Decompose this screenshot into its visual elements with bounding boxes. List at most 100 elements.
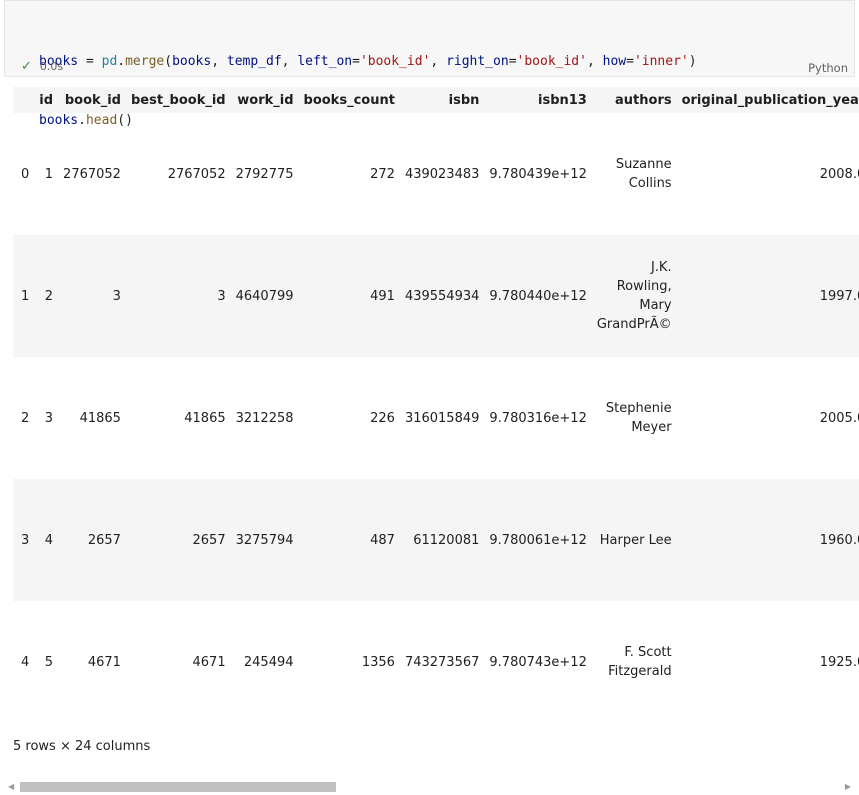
table-cell: 2767052 xyxy=(63,166,121,182)
code-line-1: books = pd.merge(books, temp_df, left_on… xyxy=(39,52,697,72)
dataframe-table: id book_id best_book_id work_id books_count i… xyxy=(13,87,859,707)
table-cell: 4671 xyxy=(192,654,226,670)
table-cell: 3 xyxy=(124,235,230,357)
table-cell: J.K. Rowling, Mary GrandPrÃ© xyxy=(590,235,676,357)
code-token: = xyxy=(352,54,360,69)
language-selector[interactable]: Python xyxy=(808,61,848,75)
execution-status: ✓ 0.0s xyxy=(21,59,63,74)
table-header-row: id book_id best_book_id work_id books_count i… xyxy=(13,87,859,113)
table-cell: 1997.0 xyxy=(675,235,859,357)
table-row: 1 2 3 3 4640799 491 439554934 9.780440e+12 J.K. … xyxy=(13,235,859,357)
code-token: . xyxy=(117,54,126,69)
scroll-left-icon[interactable]: ◀ xyxy=(8,782,14,791)
column-header: id xyxy=(33,87,58,113)
code-token: = xyxy=(78,54,102,69)
table-cell: 3 xyxy=(44,410,54,426)
horizontal-scrollbar[interactable]: ◀ ▶ xyxy=(4,780,855,794)
table-row: 2 3 41865 41865 3212258 226 316015849 9.780316e… xyxy=(13,357,859,479)
success-check-icon: ✓ xyxy=(21,59,32,74)
table-cell: 316015849 xyxy=(404,410,480,426)
column-header: original_publication_year xyxy=(675,87,859,113)
row-index: 2 xyxy=(21,410,30,426)
code-token: left_on xyxy=(297,54,353,69)
column-header xyxy=(13,87,34,113)
table-cell: 2 xyxy=(33,235,58,357)
code-token: , xyxy=(281,54,298,69)
table-cell: 1356 xyxy=(361,654,395,670)
code-token: ( xyxy=(164,54,173,69)
code-token: , xyxy=(430,54,447,69)
table-cell: 3275794 xyxy=(229,479,298,601)
column-header: book_id xyxy=(57,87,125,113)
table-cell: 9.780440e+12 xyxy=(483,235,591,357)
code-token: , xyxy=(586,54,603,69)
row-index: 1 xyxy=(13,235,34,357)
column-header: isbn13 xyxy=(483,87,591,113)
table-cell: 1 xyxy=(44,166,54,182)
table-cell: 5 xyxy=(44,654,54,670)
table-cell: 3212258 xyxy=(235,410,294,426)
code-token: ) xyxy=(688,54,697,69)
scrollbar-thumb[interactable] xyxy=(20,782,336,792)
table-cell: 4640799 xyxy=(229,235,298,357)
table-row: 4 5 4671 4671 245494 1356 743273567 9.780743e+1… xyxy=(13,601,859,707)
code-token: pd xyxy=(101,54,118,69)
column-header: authors xyxy=(590,87,676,113)
column-header: books_count xyxy=(297,87,399,113)
table-cell: 272 xyxy=(370,166,395,182)
code-token: how xyxy=(602,54,627,69)
table-cell: Harper Lee xyxy=(590,479,676,601)
table-cell: 2657 xyxy=(124,479,230,601)
table-cell: 9.780439e+12 xyxy=(489,166,587,182)
code-token: right_on xyxy=(446,54,509,69)
row-index: 3 xyxy=(13,479,34,601)
code-token: , xyxy=(211,54,227,69)
code-token: 'book_id' xyxy=(359,54,431,69)
table-cell: 1960.0 xyxy=(675,479,859,601)
table-cell: 226 xyxy=(370,410,395,426)
table-cell: 439023483 xyxy=(404,166,480,182)
code-token: merge xyxy=(125,54,165,69)
scroll-right-icon[interactable]: ▶ xyxy=(845,782,851,791)
table-cell: 9.780743e+12 xyxy=(489,654,587,670)
column-header: best_book_id xyxy=(124,87,230,113)
table-row: 0 1 2767052 2767052 2792775 272 439023483 9.780… xyxy=(13,113,859,235)
table-cell: 1925.0 xyxy=(819,654,859,670)
table-cell: 2657 xyxy=(57,479,125,601)
table-cell: 491 xyxy=(297,235,399,357)
row-index: 4 xyxy=(21,654,30,670)
table-cell: 61120081 xyxy=(398,479,484,601)
table-row: 3 4 2657 2657 3275794 487 61120081 9.780061e+12… xyxy=(13,479,859,601)
row-index: 0 xyxy=(21,166,30,182)
table-cell: 3 xyxy=(57,235,125,357)
table-cell: 4 xyxy=(33,479,58,601)
table-cell: 2792775 xyxy=(235,166,294,182)
column-header: work_id xyxy=(229,87,298,113)
code-cell[interactable]: books = pd.merge(books, temp_df, left_on… xyxy=(4,0,855,128)
dataframe-summary: 5 rows × 24 columns xyxy=(13,739,151,754)
code-token: 'inner' xyxy=(633,54,689,69)
table-cell: 9.780316e+12 xyxy=(489,410,587,426)
code-token: = xyxy=(626,54,634,69)
code-token: = xyxy=(508,54,517,69)
table-cell: F. Scott Fitzgerald xyxy=(608,645,672,679)
code-token: books xyxy=(172,54,212,69)
table-cell: 743273567 xyxy=(404,654,480,670)
table-cell: 2767052 xyxy=(167,166,226,182)
code-token: 'book_id' xyxy=(516,54,587,69)
table-cell: 487 xyxy=(297,479,399,601)
cell-output: id book_id best_book_id work_id books_count i… xyxy=(13,87,859,707)
table-cell: Stephenie Meyer xyxy=(605,401,672,435)
table-cell: 9.780061e+12 xyxy=(483,479,591,601)
table-cell: 245494 xyxy=(243,654,294,670)
code-token: temp_df xyxy=(226,54,282,69)
table-cell: 2005.0 xyxy=(819,410,859,426)
table-cell: 2008.0 xyxy=(819,166,859,182)
execution-time: 0.0s xyxy=(39,60,64,73)
column-header: isbn xyxy=(398,87,484,113)
table-cell: 41865 xyxy=(184,410,226,426)
table-cell: 439554934 xyxy=(398,235,484,357)
table-cell: Suzanne Collins xyxy=(615,157,672,191)
table-cell: 41865 xyxy=(79,410,121,426)
table-cell: 4671 xyxy=(87,654,121,670)
